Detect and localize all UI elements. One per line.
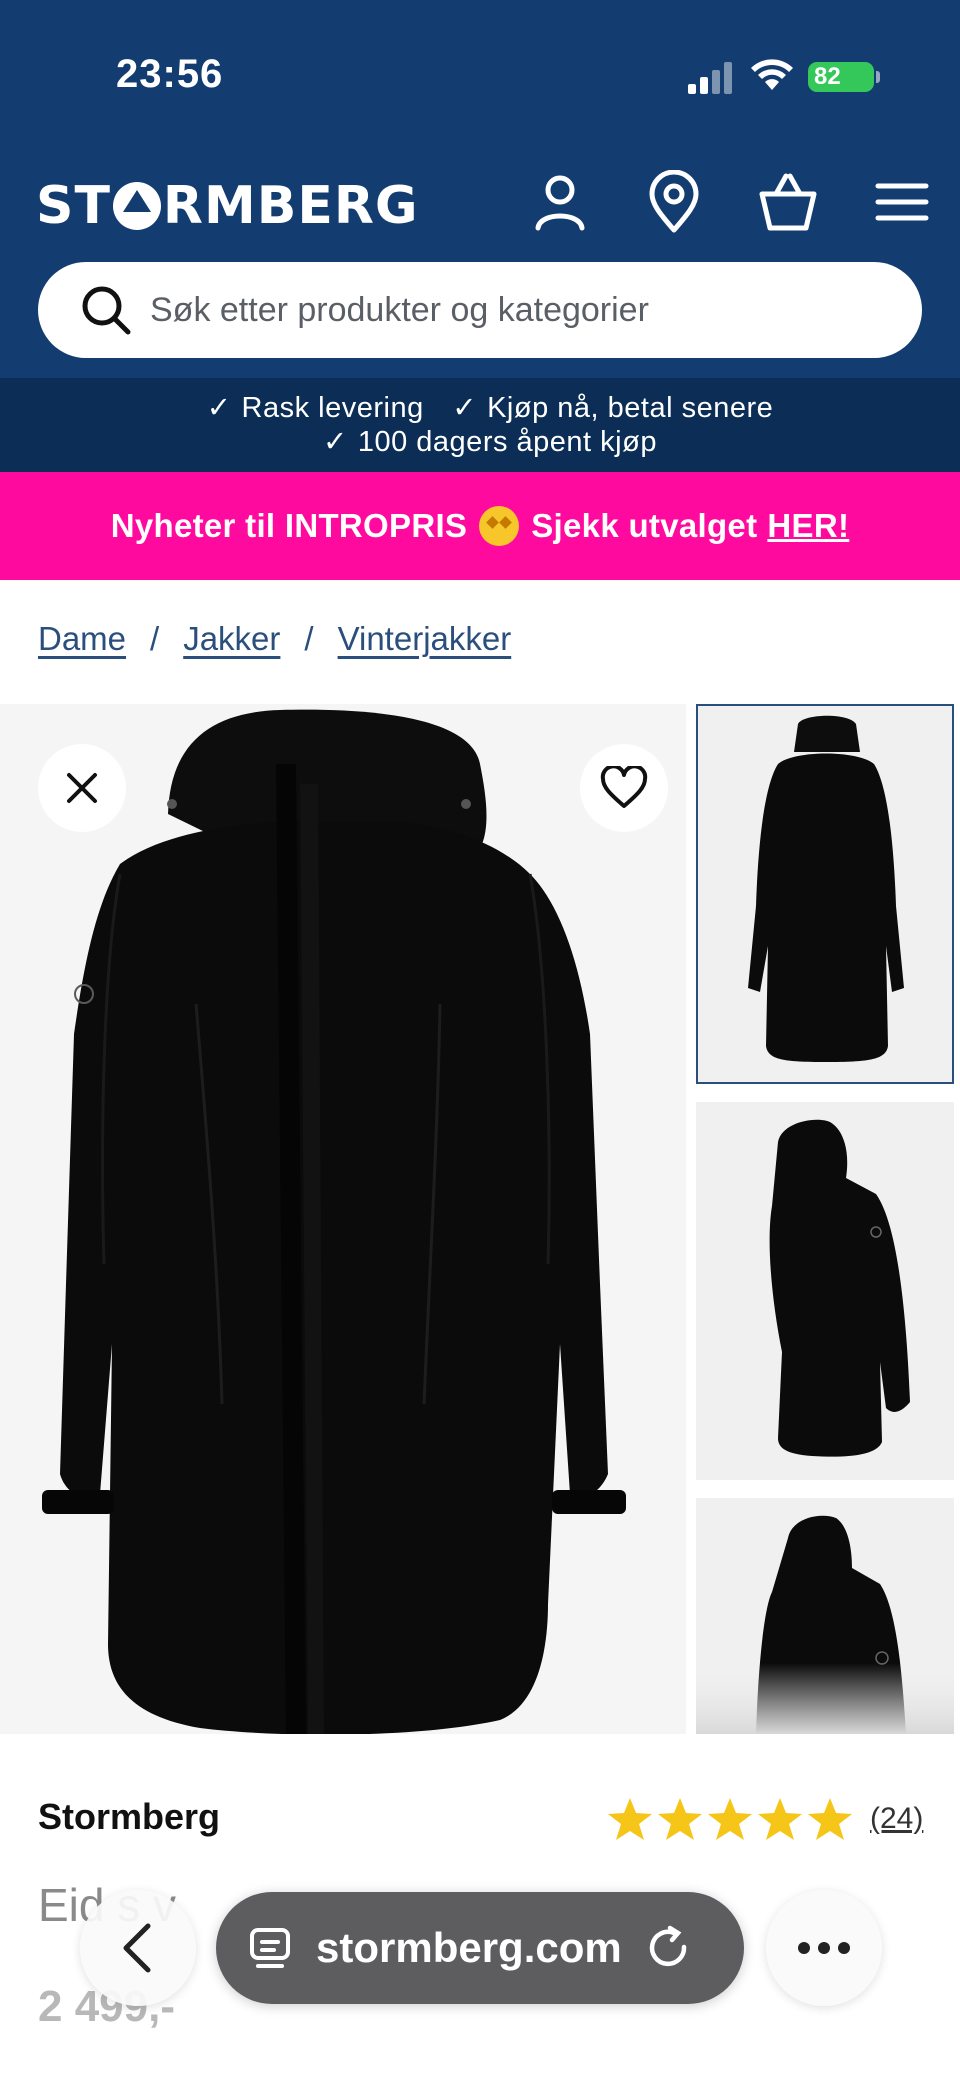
jacket-front-image [42,709,626,1734]
stormberg-logo[interactable]: ST RMBERG [36,176,419,236]
jacket-side-thumbnail [696,1102,954,1480]
thumbnail-strip [694,704,960,1734]
usp-bar: ✓ Rask levering ✓ Kjøp nå, betal senere ✓ 1… [0,378,960,472]
product-brand: Stormberg [38,1796,221,1837]
back-icon [123,1923,151,1973]
status-time: 23:56 [116,52,224,96]
product-rating[interactable]: (24) [606,1796,923,1842]
search-input[interactable]: Søk etter produkter og kategorier [38,262,922,358]
thumbnail-3[interactable] [696,1498,954,1734]
menu-icon[interactable] [870,170,934,234]
breadcrumb-separator: / [150,620,160,657]
wifi-icon [751,59,793,90]
logo-mountain-icon [112,182,161,230]
browser-back-button[interactable] [80,1890,196,2006]
promo-banner[interactable]: Nyheter til INTROPRIS Sjekk utvalget HER… [0,472,960,580]
jacket-back-thumbnail [696,1498,954,1734]
cart-icon[interactable] [756,170,820,234]
check-icon: ✓ [323,426,348,458]
promo-link[interactable]: HER! [767,507,849,545]
thumbnail-2[interactable] [696,1102,954,1480]
usp-item: 100 dagers åpent kjøp [357,426,657,458]
star-icon [808,1798,852,1840]
star-icon [708,1798,752,1840]
promo-text: Nyheter til INTROPRIS [110,507,468,544]
search-placeholder: Søk etter produkter og kategorier [150,290,649,329]
usp-item: Rask levering [241,392,424,424]
browser-url: stormberg.com [316,1924,622,1971]
promo-text-2: Sjekk utvalget [531,507,758,544]
usp-row-1: ✓ Rask levering ✓ Kjøp nå, betal senere [0,390,960,425]
close-icon [67,773,97,803]
product-main-image[interactable] [0,704,686,1734]
heart-icon [600,766,648,808]
usp-row-2: ✓ 100 dagers åpent kjøp [0,424,960,459]
close-button[interactable] [38,744,126,832]
breadcrumb-jakker[interactable]: Jakker [183,620,280,658]
tabs-icon [250,1928,290,1968]
browser-address-bar[interactable]: stormberg.com [216,1892,744,2004]
breadcrumb-vinterjakker[interactable]: Vinterjakker [338,620,512,658]
logo-text-right: RMBERG [162,176,419,236]
more-icon [798,1942,850,1954]
browser-more-button[interactable] [766,1890,882,2006]
favorite-button[interactable] [580,744,668,832]
star-struck-emoji-icon [479,506,520,546]
site-header: 23:56 82 ST RMBERG Søk etter produkter o… [0,0,960,378]
breadcrumb-separator: / [304,620,314,657]
star-icon [658,1798,702,1840]
jacket-front-thumbnail [698,706,952,1082]
breadcrumb: Dame / Jakker / Vinterjakker [38,620,511,658]
store-locator-icon[interactable] [642,169,706,234]
logo-text-left: ST [36,176,111,236]
status-bar: 23:56 82 [0,0,960,150]
account-icon[interactable] [528,170,592,234]
reload-icon[interactable] [646,1925,692,1971]
check-icon: ✓ [206,392,232,424]
thumbnail-1[interactable] [696,704,954,1084]
check-icon: ✓ [452,392,478,424]
usp-item: Kjøp nå, betal senere [487,392,774,424]
battery-level: 82 [814,63,841,90]
breadcrumb-dame[interactable]: Dame [38,620,126,658]
battery-tip [876,71,880,83]
star-icon [608,1798,652,1840]
star-icon [758,1798,802,1840]
cellular-signal-icon [688,62,732,94]
search-icon [82,286,131,335]
battery-indicator: 82 [808,62,874,92]
review-count-link[interactable]: (24) [870,1802,923,1836]
